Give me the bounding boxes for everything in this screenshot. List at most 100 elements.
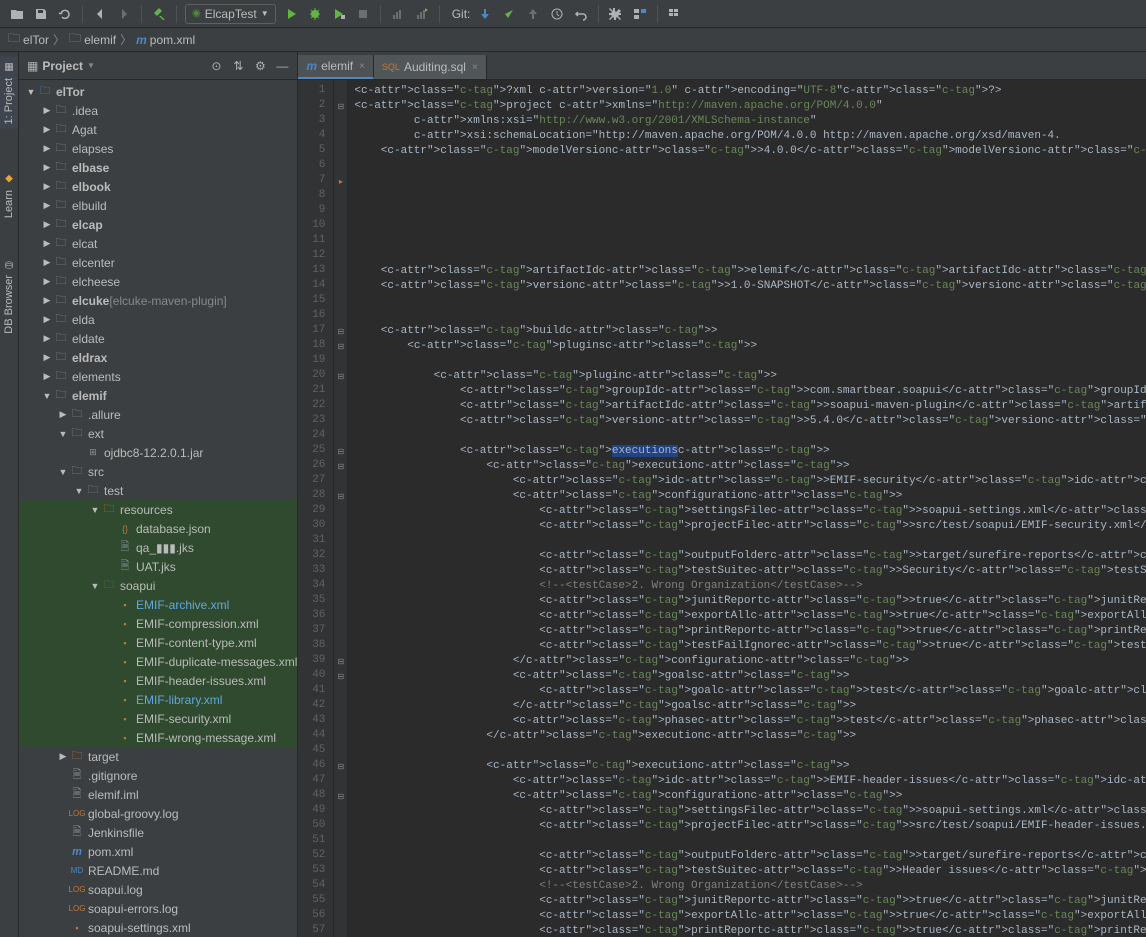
open-icon[interactable] (8, 5, 26, 23)
tree-item[interactable]: ▪EMIF-compression.xml (19, 614, 297, 633)
fold-strip[interactable]: ⊟▸⊟⊟⊟⊟⊟⊟⊟⊟⊟⊟ (334, 80, 348, 937)
tree-item[interactable]: ▶🗀elbook (19, 177, 297, 196)
tree-item[interactable]: ▶🗀elements (19, 367, 297, 386)
locate-icon[interactable]: ⊙ (209, 59, 223, 73)
git-history-icon[interactable] (548, 5, 566, 23)
build-icon[interactable] (150, 5, 168, 23)
tree-item[interactable]: LOGglobal-groovy.log (19, 804, 297, 823)
tree-item[interactable]: ▶🗀Agat (19, 120, 297, 139)
tree-item[interactable]: ▶🗀eldrax (19, 348, 297, 367)
project-icon: ▦ (2, 60, 16, 74)
tree-item[interactable]: ▪EMIF-library.xml (19, 690, 297, 709)
crumb-0[interactable]: 🗀elTor (8, 29, 49, 50)
tree-item[interactable]: 🗎elemif.iml (19, 785, 297, 804)
tree-item[interactable]: LOGsoapui.log (19, 880, 297, 899)
back-icon[interactable] (91, 5, 109, 23)
editor-tabs: m elemif × SQL Auditing.sql × (298, 52, 1146, 80)
line-number-gutter[interactable]: 1234567891011121314151617181920212223242… (298, 80, 334, 937)
git-commit-icon[interactable] (500, 5, 518, 23)
structure-icon[interactable] (631, 5, 649, 23)
tree-item[interactable]: 🗎UAT.jks (19, 557, 297, 576)
editor-area: m elemif × SQL Auditing.sql × 1234567891… (298, 52, 1146, 937)
sql-icon: SQL (382, 62, 400, 72)
tree-item[interactable]: ▪EMIF-content-type.xml (19, 633, 297, 652)
crumb-1[interactable]: 🗀elemif (69, 29, 116, 50)
tree-item[interactable]: ▪EMIF-header-issues.xml (19, 671, 297, 690)
tree-item[interactable]: ⊞ojdbc8-12.2.0.1.jar (19, 443, 297, 462)
close-icon[interactable]: × (472, 62, 478, 73)
db-browser-tool-tab[interactable]: DB Browser⛁ (0, 253, 18, 338)
panel-title: Project (42, 59, 83, 73)
tree-item[interactable]: ▶🗀elbase (19, 158, 297, 177)
tree-item[interactable]: ▪EMIF-security.xml (19, 709, 297, 728)
project-panel-header: ▦ Project ▼ ⊙ ⇅ ⚙ — (19, 52, 297, 80)
learn-tool-tab[interactable]: Learn◆ (0, 168, 18, 222)
project-tool-tab[interactable]: 1: Project▦ (0, 56, 18, 128)
stop-icon[interactable] (354, 5, 372, 23)
tree-item[interactable]: ▶🗀elda (19, 310, 297, 329)
debug-icon[interactable] (306, 5, 324, 23)
tree-item[interactable]: 🗎qa_▮▮▮.jks (19, 538, 297, 557)
tree-item[interactable]: ▶🗀elcenter (19, 253, 297, 272)
run-icon[interactable] (282, 5, 300, 23)
project-panel: ▦ Project ▼ ⊙ ⇅ ⚙ — ▼🗀elTor▶🗀.idea▶🗀Agat… (19, 52, 298, 937)
tree-item[interactable]: ▶🗀elcap (19, 215, 297, 234)
tree-item[interactable]: LOGsoapui-errors.log (19, 899, 297, 918)
tree-item[interactable]: ▼🗀src (19, 462, 297, 481)
attach-icon[interactable] (413, 5, 431, 23)
tree-item[interactable]: ▶🗀.idea (19, 101, 297, 120)
tree-item[interactable]: ▶🗀elbuild (19, 196, 297, 215)
tree-item[interactable]: ▶🗀eldate (19, 329, 297, 348)
tree-item[interactable]: ▼🗀elTor (19, 82, 297, 101)
breadcrumb: 🗀elTor 〉 🗀elemif 〉 mpom.xml (0, 28, 1146, 52)
crumb-2[interactable]: mpom.xml (136, 33, 195, 47)
tree-item[interactable]: ▶🗀target (19, 747, 297, 766)
code-editor[interactable]: <c-attr">class="c-tag">?xml c-attr">vers… (348, 80, 1146, 937)
tree-item[interactable]: ▼🗀ext (19, 424, 297, 443)
run-config-selector[interactable]: ◉ ElcapTest ▼ (185, 4, 276, 24)
tree-item[interactable]: ▼🗀soapui (19, 576, 297, 595)
dropdown-icon[interactable]: ▼ (87, 61, 95, 70)
gear-icon[interactable]: ⚙ (253, 59, 267, 73)
search-everywhere-icon[interactable] (666, 5, 684, 23)
coverage-icon[interactable] (330, 5, 348, 23)
main-toolbar: ◉ ElcapTest ▼ Git: (0, 0, 1146, 28)
tree-item[interactable]: 🗎Jenkinsfile (19, 823, 297, 842)
tree-item[interactable]: 🗎.gitignore (19, 766, 297, 785)
close-icon[interactable]: × (359, 61, 365, 72)
tree-item[interactable]: ▶🗀elcat (19, 234, 297, 253)
tree-item[interactable]: ▶🗀.allure (19, 405, 297, 424)
refresh-icon[interactable] (56, 5, 74, 23)
tree-item[interactable]: ▪EMIF-duplicate-messages.xml (19, 652, 297, 671)
left-tool-rail: 1: Project▦ Learn◆ DB Browser⛁ (0, 52, 19, 937)
project-tree[interactable]: ▼🗀elTor▶🗀.idea▶🗀Agat▶🗀elapses▶🗀elbase▶🗀e… (19, 80, 297, 937)
tree-item[interactable]: ▶🗀elcheese (19, 272, 297, 291)
tree-item[interactable]: ▶🗀elcuke [elcuke-maven-plugin] (19, 291, 297, 310)
tree-item[interactable]: mpom.xml (19, 842, 297, 861)
forward-icon[interactable] (115, 5, 133, 23)
tree-item[interactable]: {}database.json (19, 519, 297, 538)
tree-item[interactable]: ▶🗀elapses (19, 139, 297, 158)
tree-item[interactable]: MDREADME.md (19, 861, 297, 880)
hide-icon[interactable]: — (275, 59, 289, 73)
save-icon[interactable] (32, 5, 50, 23)
tree-item[interactable]: ▪soapui-settings.xml (19, 918, 297, 937)
tab-auditing[interactable]: SQL Auditing.sql × (374, 55, 487, 79)
git-label: Git: (452, 7, 471, 21)
tab-elemif[interactable]: m elemif × (298, 55, 374, 79)
tree-item[interactable]: ▪EMIF-archive.xml (19, 595, 297, 614)
app-icon: ◉ (192, 8, 201, 19)
tree-item[interactable]: ▼🗀elemif (19, 386, 297, 405)
git-push-icon[interactable] (524, 5, 542, 23)
tree-item[interactable]: ▼🗀resources (19, 500, 297, 519)
profiler-icon[interactable] (389, 5, 407, 23)
folder-icon: 🗀 (8, 29, 20, 50)
tree-item[interactable]: ▼🗀test (19, 481, 297, 500)
expand-all-icon[interactable]: ⇅ (231, 59, 245, 73)
settings-icon[interactable] (607, 5, 625, 23)
git-pull-icon[interactable] (476, 5, 494, 23)
learn-icon: ◆ (2, 172, 16, 186)
editor-body: 1234567891011121314151617181920212223242… (298, 80, 1146, 937)
tree-item[interactable]: ▪EMIF-wrong-message.xml (19, 728, 297, 747)
git-revert-icon[interactable] (572, 5, 590, 23)
